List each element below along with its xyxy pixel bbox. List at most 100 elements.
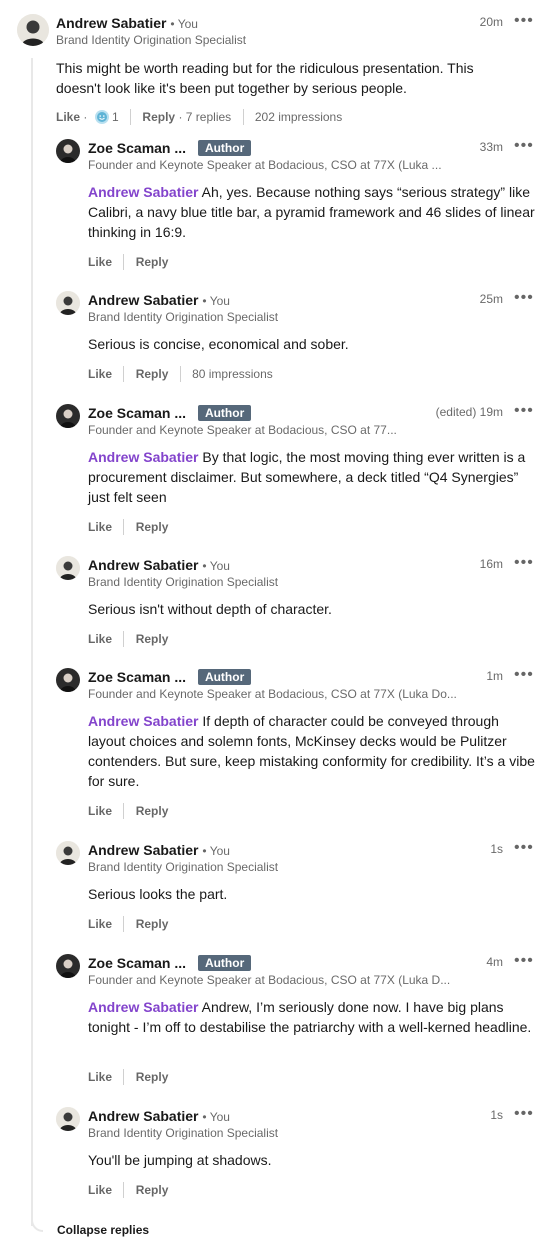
avatar[interactable]	[17, 14, 49, 46]
comment-actions: Like Reply	[88, 254, 168, 270]
author-name[interactable]: Andrew Sabatier	[88, 557, 198, 573]
comment-time: 20m	[479, 15, 503, 29]
divider	[123, 916, 125, 932]
comment-actions: Like Reply	[88, 803, 168, 819]
avatar[interactable]	[56, 668, 80, 692]
ellipsis-icon[interactable]: •••	[514, 667, 534, 683]
ellipsis-icon[interactable]: •••	[514, 953, 534, 969]
ellipsis-icon[interactable]: •••	[514, 403, 534, 419]
replies-count[interactable]: 7 replies	[186, 110, 231, 124]
like-button[interactable]: Like	[88, 367, 112, 381]
avatar[interactable]	[56, 291, 80, 315]
divider	[123, 366, 125, 382]
comment-text: Andrew Sabatier If depth of character co…	[88, 711, 538, 791]
author-headline: Brand Identity Origination Specialist	[88, 860, 279, 874]
comment-time: 1s	[490, 1108, 503, 1122]
like-button[interactable]: Like	[88, 255, 112, 269]
reaction-count: 1	[112, 110, 119, 124]
author-name[interactable]: Zoe Scaman ...	[88, 405, 186, 421]
comment-text: You'll be jumping at shadows.	[88, 1152, 272, 1168]
you-tag: • You	[202, 559, 230, 573]
comment-text: Andrew Sabatier By that logic, the most …	[88, 447, 538, 507]
author-name[interactable]: Andrew Sabatier	[88, 1108, 198, 1124]
reply-button[interactable]: Reply	[136, 1070, 169, 1084]
author-badge: Author	[197, 140, 252, 156]
reply-button[interactable]: Reply	[142, 110, 175, 124]
reply-button[interactable]: Reply	[136, 632, 169, 646]
author-name[interactable]: Andrew Sabatier	[88, 842, 198, 858]
author-badge: Author	[197, 669, 252, 685]
avatar[interactable]	[56, 404, 80, 428]
divider	[123, 803, 125, 819]
avatar[interactable]	[56, 954, 80, 978]
divider	[123, 254, 125, 270]
reply-button[interactable]: Reply	[136, 1183, 169, 1197]
mention-link[interactable]: Andrew Sabatier	[88, 184, 198, 200]
avatar[interactable]	[56, 1107, 80, 1131]
author-headline: Founder and Keynote Speaker at Bodacious…	[88, 158, 442, 172]
reply-button[interactable]: Reply	[136, 255, 169, 269]
comment-time: (edited) 19m	[435, 405, 503, 419]
you-tag: • You	[202, 1110, 230, 1124]
mention-link[interactable]: Andrew Sabatier	[88, 713, 198, 729]
ellipsis-icon[interactable]: •••	[514, 290, 534, 306]
like-button[interactable]: Like	[88, 1183, 112, 1197]
smile-reaction-icon[interactable]	[94, 110, 109, 124]
impressions-count: 80 impressions	[192, 367, 273, 381]
like-button[interactable]: Like	[88, 917, 112, 931]
divider	[123, 631, 125, 647]
author-headline: Brand Identity Origination Specialist	[88, 310, 279, 324]
comment-actions: Like Reply	[88, 916, 168, 932]
author-headline: Brand Identity Origination Specialist	[88, 1126, 279, 1140]
ellipsis-icon[interactable]: •••	[514, 13, 534, 29]
ellipsis-icon[interactable]: •••	[514, 1106, 534, 1122]
ellipsis-icon[interactable]: •••	[514, 555, 534, 571]
comment-actions: Like Reply	[88, 519, 168, 535]
comment-text: This might be worth reading but for the …	[56, 60, 474, 96]
comment-actions: Like Reply 80 impressions	[88, 366, 273, 382]
avatar[interactable]	[56, 556, 80, 580]
author-name[interactable]: Zoe Scaman ...	[88, 669, 186, 685]
like-button[interactable]: Like	[88, 804, 112, 818]
you-tag: • You	[202, 294, 230, 308]
avatar[interactable]	[56, 841, 80, 865]
thread-line-end	[31, 1212, 43, 1232]
comment-text: Serious isn't without depth of character…	[88, 601, 332, 617]
reply-button[interactable]: Reply	[136, 520, 169, 534]
author-name[interactable]: Andrew Sabatier	[56, 15, 166, 31]
comment-time: 16m	[479, 557, 503, 571]
reply-button[interactable]: Reply	[136, 367, 169, 381]
author-badge: Author	[197, 955, 252, 971]
mention-link[interactable]: Andrew Sabatier	[88, 449, 198, 465]
comment-text: Andrew Sabatier Ah, yes. Because nothing…	[88, 182, 538, 242]
divider	[123, 1069, 125, 1085]
reply-button[interactable]: Reply	[136, 917, 169, 931]
like-button[interactable]: Like	[88, 1070, 112, 1084]
like-button[interactable]: Like	[56, 110, 80, 124]
like-button[interactable]: Like	[88, 520, 112, 534]
author-badge: Author	[197, 405, 252, 421]
author-headline: Founder and Keynote Speaker at Bodacious…	[88, 423, 397, 437]
mention-link[interactable]: Andrew Sabatier	[88, 999, 198, 1015]
impressions-count: 202 impressions	[254, 110, 343, 124]
avatar[interactable]	[56, 139, 80, 163]
author-name[interactable]: Zoe Scaman ...	[88, 955, 186, 971]
ellipsis-icon[interactable]: •••	[514, 138, 534, 154]
collapse-replies-button[interactable]: Collapse replies	[57, 1222, 149, 1238]
comment-time: 4m	[486, 955, 503, 969]
author-headline: Founder and Keynote Speaker at Bodacious…	[88, 687, 457, 701]
author-headline: Founder and Keynote Speaker at Bodacious…	[88, 973, 451, 987]
comment-text: Andrew Sabatier Andrew, I’m seriously do…	[88, 997, 538, 1037]
comment-actions: Like · 1 Reply · 7 replies 202 impressio…	[56, 109, 343, 125]
comment-actions: Like Reply	[88, 631, 168, 647]
reply-button[interactable]: Reply	[136, 804, 169, 818]
comment-text: Serious is concise, economical and sober…	[88, 336, 349, 352]
divider	[242, 109, 244, 125]
author-name[interactable]: Andrew Sabatier	[88, 292, 198, 308]
like-button[interactable]: Like	[88, 632, 112, 646]
thread-line	[31, 58, 33, 1226]
divider	[123, 1182, 125, 1198]
author-name[interactable]: Zoe Scaman ...	[88, 140, 186, 156]
comment-time: 1s	[490, 842, 503, 856]
ellipsis-icon[interactable]: •••	[514, 840, 534, 856]
